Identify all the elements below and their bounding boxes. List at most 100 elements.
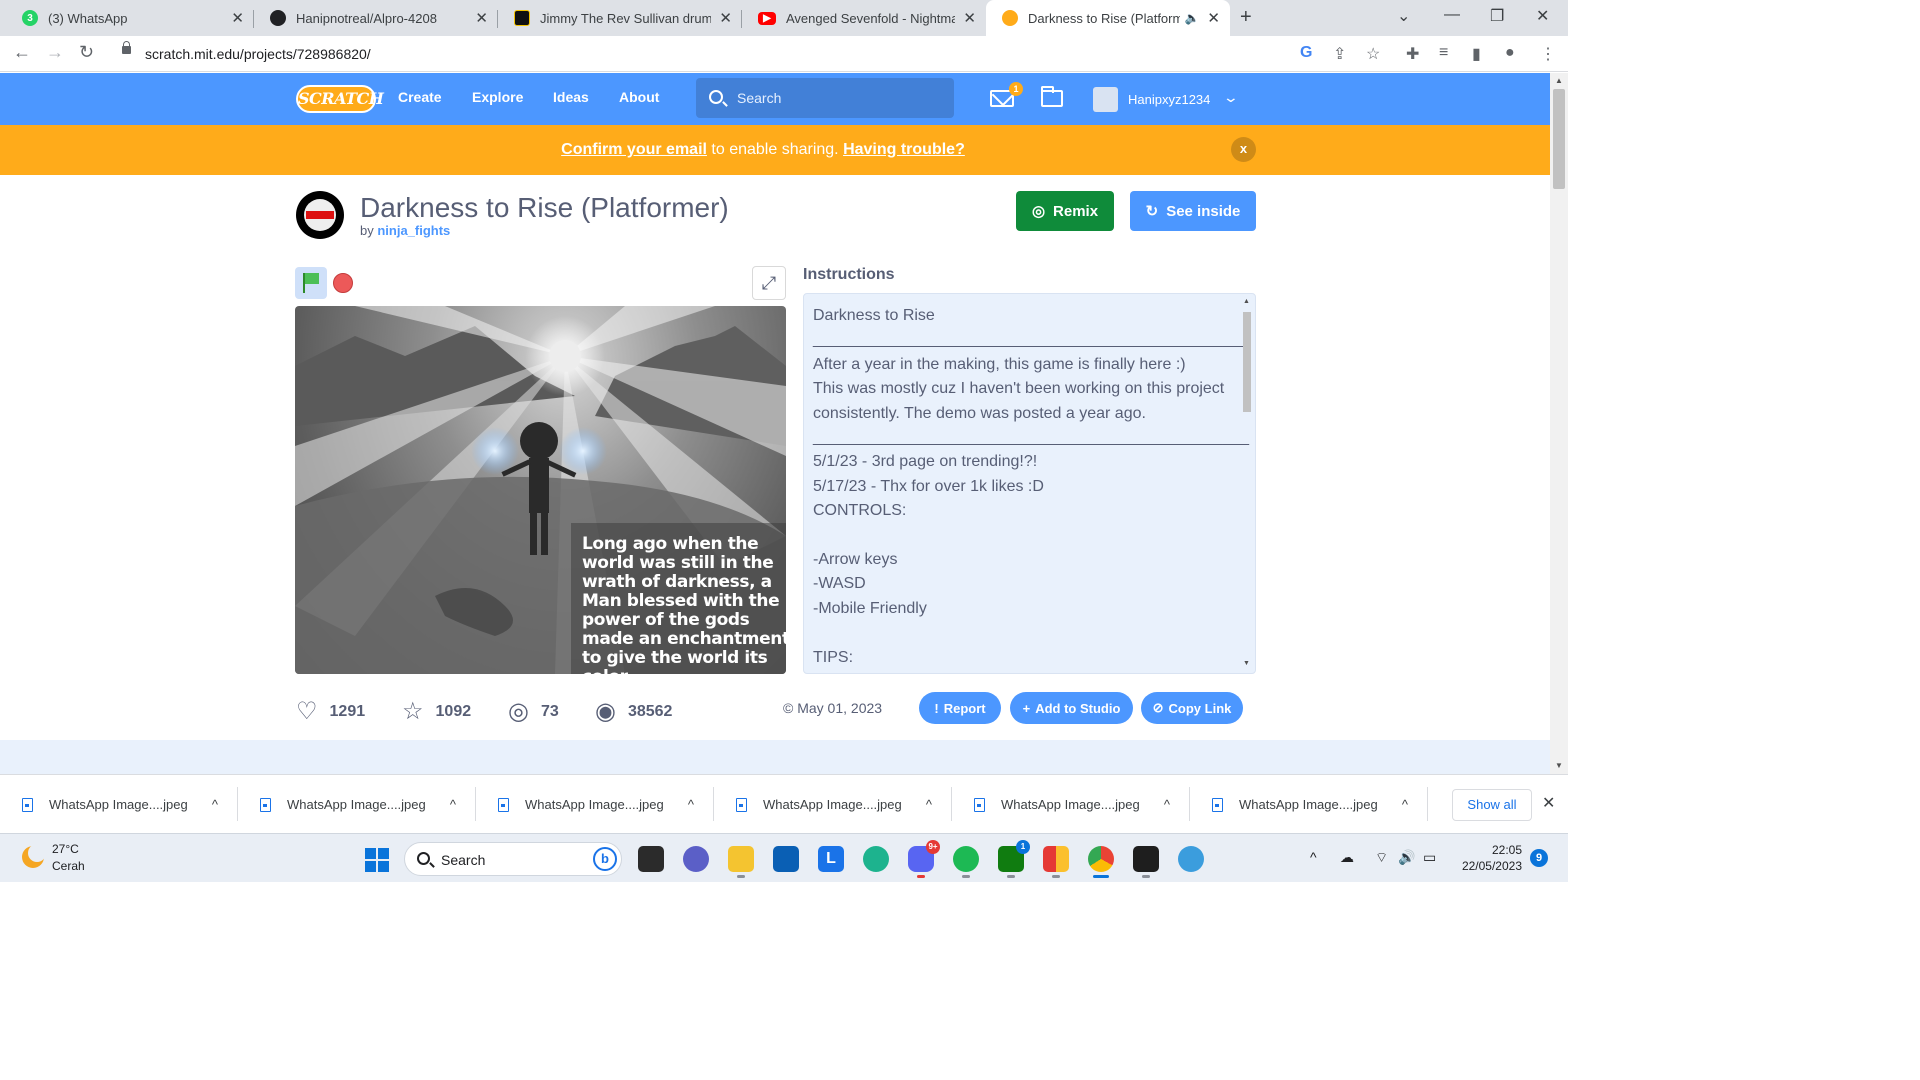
reload-icon[interactable]: ↻ [79,42,94,63]
tab-github[interactable]: Hanipnotreal/Alpro-4208 ✕ [254,0,498,36]
forward-arrow-icon[interactable]: → [46,42,64,63]
chevron-up-icon[interactable]: ^ [1164,797,1170,812]
weather-description[interactable]: Cerah [52,859,85,873]
download-item[interactable]: WhatsApp Image....jpeg ^ [1190,775,1428,834]
weather-temperature[interactable]: 27°C [52,842,79,856]
terminal-icon[interactable] [1133,846,1159,878]
share-icon[interactable]: ⇪ [1333,44,1346,64]
nav-about[interactable]: About [619,89,659,105]
scroll-down-icon[interactable]: ▼ [1555,761,1563,770]
battery-icon[interactable]: ▭ [1423,849,1436,866]
close-tab-icon[interactable]: ✕ [231,9,244,27]
chevron-up-icon[interactable]: ^ [450,797,456,812]
edge-icon[interactable] [863,846,889,872]
address-bar[interactable]: scratch.mit.edu/projects/728986820/ [110,40,1390,68]
microsoft-store-icon[interactable] [773,846,799,872]
username[interactable]: Hanipxyz1234 [1128,92,1210,107]
weather-moon-icon[interactable] [22,844,46,868]
volume-icon[interactable]: 🔊 [1398,849,1415,866]
download-item[interactable]: WhatsApp Image....jpeg ^ [0,775,238,834]
chevron-up-icon[interactable]: ^ [926,797,932,812]
chevron-up-icon[interactable]: ^ [688,797,694,812]
cloud-sync-icon[interactable]: ☁ [1340,849,1354,866]
author-avatar[interactable] [296,191,344,239]
close-window-icon[interactable]: ✕ [1536,6,1549,26]
file-explorer-icon[interactable] [728,846,754,878]
google-translate-icon[interactable]: G [1300,44,1312,62]
tab-whatsapp[interactable]: 3 (3) WhatsApp ✕ [6,0,254,36]
scroll-down-icon[interactable]: ▼ [1243,660,1250,667]
stop-button[interactable] [333,273,353,293]
tab-jimmy-sullivan[interactable]: Jimmy The Rev Sullivan drums | A ✕ [498,0,742,36]
project-stage[interactable]: Long ago when the world was still in the… [295,306,786,674]
scratch-search-input[interactable]: Search [696,78,954,118]
new-tab-button[interactable]: + [1240,6,1252,29]
globe-app-icon[interactable] [1178,846,1204,872]
xbox-icon[interactable]: 1 [998,840,1030,878]
url-text[interactable]: scratch.mit.edu/projects/728986820/ [145,46,371,62]
nav-explore[interactable]: Explore [472,89,523,105]
speaker-icon[interactable]: 🔈 [1184,11,1199,25]
scroll-up-icon[interactable]: ▲ [1555,76,1563,85]
add-to-studio-button[interactable]: + Add to Studio [1010,692,1133,724]
chrome-icon[interactable] [1088,846,1114,878]
task-view-icon[interactable] [638,846,664,872]
page-scrollbar[interactable]: ▲ ▼ [1550,73,1568,774]
teams-chat-icon[interactable] [683,846,709,872]
tab-scratch-active[interactable]: Darkness to Rise (Platformer 🔈 ✕ [986,0,1230,36]
wifi-icon[interactable]: ⌔ [1375,849,1388,867]
bookmark-star-icon[interactable]: ☆ [1366,44,1380,64]
profile-icon[interactable]: ● [1505,44,1515,62]
instructions-panel[interactable]: Darkness to Rise _______________________… [803,293,1256,674]
spotify-icon[interactable] [953,846,979,878]
close-tab-icon[interactable]: ✕ [963,9,976,27]
taskbar-clock[interactable]: 22:05 22/05/2023 [1456,842,1522,874]
tab-search-icon[interactable]: ⌄ [1397,6,1410,26]
nav-ideas[interactable]: Ideas [553,89,589,105]
user-avatar[interactable] [1093,87,1118,112]
download-item[interactable]: WhatsApp Image....jpeg ^ [238,775,476,834]
close-tab-icon[interactable]: ✕ [475,9,488,27]
close-tab-icon[interactable]: ✕ [719,9,732,27]
tab-youtube[interactable]: ▶ Avenged Sevenfold - Nightmare ✕ [742,0,986,36]
report-button[interactable]: ! Report [919,692,1001,724]
discord-icon[interactable]: 9+ [908,840,940,878]
nav-create[interactable]: Create [398,89,442,105]
confirm-email-link[interactable]: Confirm your email [561,141,707,158]
windows-start-icon[interactable] [365,848,389,872]
scrollbar-thumb[interactable] [1243,312,1251,412]
green-flag-button[interactable] [295,267,327,299]
minimize-icon[interactable]: — [1444,6,1460,24]
restore-icon[interactable]: ❐ [1490,6,1504,26]
page-scrollbar-thumb[interactable] [1553,89,1565,189]
show-all-downloads-button[interactable]: Show all [1452,789,1532,821]
media-control-icon[interactable]: ≡ [1439,44,1448,62]
chrome-menu-icon[interactable]: ⋮ [1540,44,1556,64]
chevron-down-icon[interactable]: ⌄ [1223,89,1239,106]
love-stat[interactable]: ♡ 1291 [296,697,365,726]
copy-link-button[interactable]: ⊘ Copy Link [1141,692,1243,724]
back-arrow-icon[interactable]: ← [13,42,31,63]
scroll-up-icon[interactable]: ▲ [1243,298,1250,305]
see-inside-button[interactable]: ↻ See inside [1130,191,1256,231]
extensions-icon[interactable]: ✚ [1406,44,1419,64]
chevron-up-icon[interactable]: ^ [1402,797,1408,812]
download-item[interactable]: WhatsApp Image....jpeg ^ [952,775,1190,834]
favorite-stat[interactable]: ☆ 1092 [402,697,471,726]
instructions-scrollbar[interactable]: ▲ ▼ [1240,296,1254,671]
having-trouble-link[interactable]: Having trouble? [843,141,965,158]
tray-overflow-chevron-icon[interactable]: ^ [1310,849,1317,865]
side-panel-icon[interactable]: ▮ [1472,44,1481,64]
close-tab-icon[interactable]: ✕ [1207,9,1220,27]
close-downloads-icon[interactable]: ✕ [1542,793,1555,813]
my-stuff-folder-icon[interactable] [1041,86,1063,107]
banner-close-button[interactable]: x [1231,137,1256,162]
scratch-logo[interactable]: SCRATCH [296,85,384,113]
taskbar-search-box[interactable]: Search b [404,842,622,876]
launcher-l-icon[interactable]: L [818,846,844,872]
download-item[interactable]: WhatsApp Image....jpeg ^ [714,775,952,834]
author-link[interactable]: ninja_fights [377,223,450,238]
chevron-up-icon[interactable]: ^ [212,797,218,812]
remix-button[interactable]: ◎ Remix [1016,191,1114,231]
fullscreen-button[interactable]: ⤢ [752,266,786,300]
